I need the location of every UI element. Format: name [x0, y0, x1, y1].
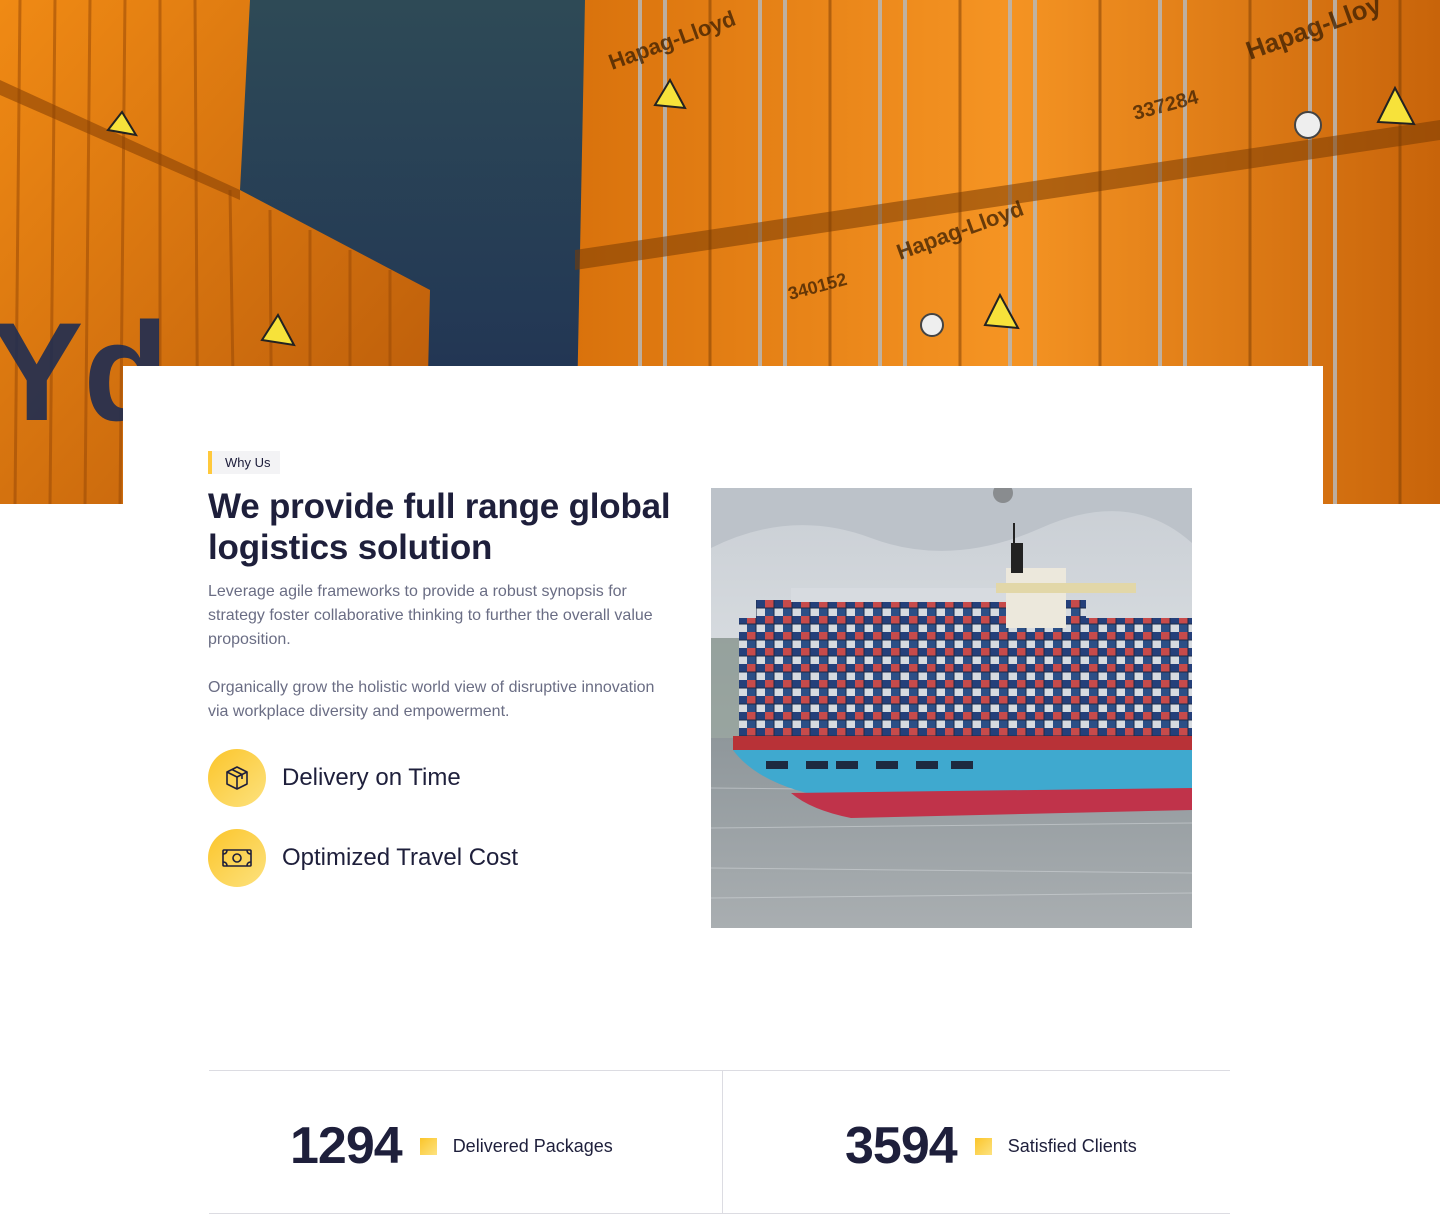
square-icon: [974, 1137, 992, 1155]
section-title: We provide full range global logistics s…: [208, 487, 671, 567]
intro-paragraph: Leverage agile frameworks to provide a r…: [208, 583, 653, 648]
feature-optimized-travel-cost: Optimized Travel Cost: [208, 829, 518, 887]
stat-delivered-packages: 1294 Delivered Packages: [290, 1115, 613, 1177]
square-icon: [419, 1137, 437, 1155]
section-tag-label: Why Us: [225, 455, 271, 470]
secondary-paragraph: Organically grow the holistic world view…: [208, 679, 655, 720]
feature-label: Optimized Travel Cost: [282, 844, 519, 871]
stat-value: 3594: [845, 1117, 958, 1175]
stats-divider-top: [209, 1070, 1230, 1071]
box-icon: [208, 749, 266, 807]
stat-label: Delivered Packages: [452, 1135, 613, 1156]
feature-delivery-on-time: Delivery on Time: [208, 749, 461, 807]
stat-label: Satisfied Clients: [1007, 1135, 1137, 1156]
stats-divider-vertical: [722, 1071, 723, 1213]
feature-label: Delivery on Time: [282, 764, 461, 791]
money-icon: [208, 829, 266, 887]
cargo-ship-image: [711, 488, 1192, 928]
stat-satisfied-clients: 3594 Satisfied Clients: [845, 1115, 1137, 1177]
section-tag: Why Us: [208, 451, 280, 474]
stat-value: 1294: [290, 1117, 403, 1175]
